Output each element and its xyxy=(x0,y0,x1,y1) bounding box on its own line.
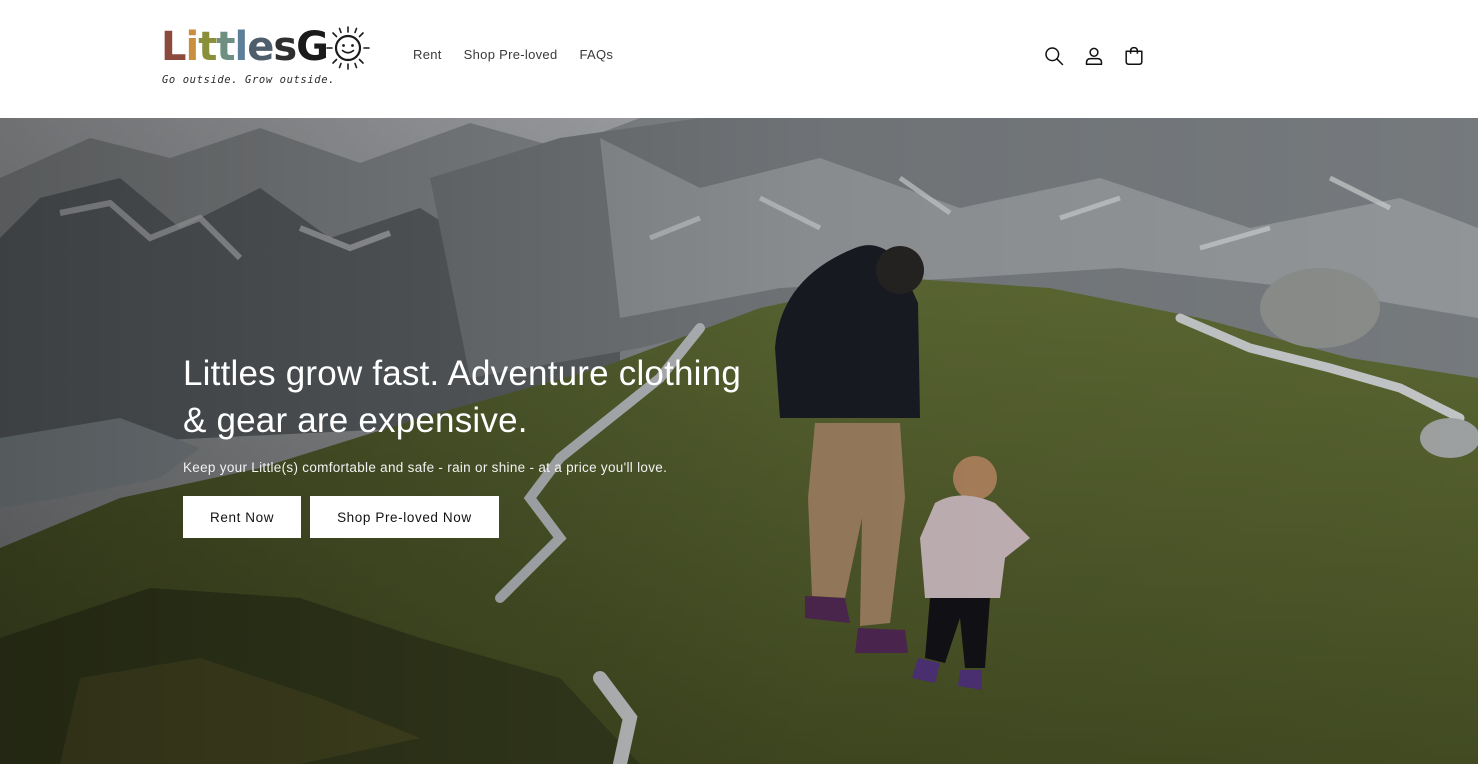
brand-letter: e xyxy=(247,24,274,70)
brand-tagline: Go outside. Grow outside. xyxy=(162,74,336,86)
account-icon xyxy=(1085,47,1103,65)
brand-letter: t xyxy=(216,24,235,70)
brand-letter: l xyxy=(234,24,248,70)
nav-item-faqs[interactable]: FAQs xyxy=(568,44,624,65)
nav-item-shop-pre-loved[interactable]: Shop Pre-loved xyxy=(453,44,569,65)
cart-icon xyxy=(1125,46,1143,65)
search-icon xyxy=(1045,47,1064,66)
hero-banner: Littles grow fast. Adventure clothing & … xyxy=(0,118,1478,764)
brand-wordmark: LittlesG xyxy=(161,22,329,72)
search-button[interactable] xyxy=(1034,36,1074,76)
brand-letter: s xyxy=(273,24,297,70)
brand-logo[interactable]: LittlesG Go outside. Grow outside. xyxy=(161,22,373,92)
brand-letter: t xyxy=(198,24,217,70)
hero-heading: Littles grow fast. Adventure clothing & … xyxy=(183,354,741,440)
site-header: LittlesG Go outside. Grow outside. Rent … xyxy=(0,0,1478,118)
hero-buttons: Rent Now Shop Pre-loved Now xyxy=(183,496,743,538)
header-actions xyxy=(1034,36,1154,76)
sun-face-icon xyxy=(326,26,370,70)
nav-item-rent[interactable]: Rent xyxy=(402,44,453,65)
cart-button[interactable] xyxy=(1114,36,1154,76)
account-button[interactable] xyxy=(1074,36,1114,76)
rent-now-button[interactable]: Rent Now xyxy=(183,496,302,538)
shop-pre-loved-now-button[interactable]: Shop Pre-loved Now xyxy=(310,496,499,538)
main-nav: Rent Shop Pre-loved FAQs xyxy=(402,44,624,65)
brand-letter: i xyxy=(185,24,200,70)
hero-subheading: Keep your Little(s) comfortable and safe… xyxy=(183,460,668,475)
brand-letter: L xyxy=(161,24,186,70)
hero-content: Littles grow fast. Adventure clothing & … xyxy=(183,350,743,538)
